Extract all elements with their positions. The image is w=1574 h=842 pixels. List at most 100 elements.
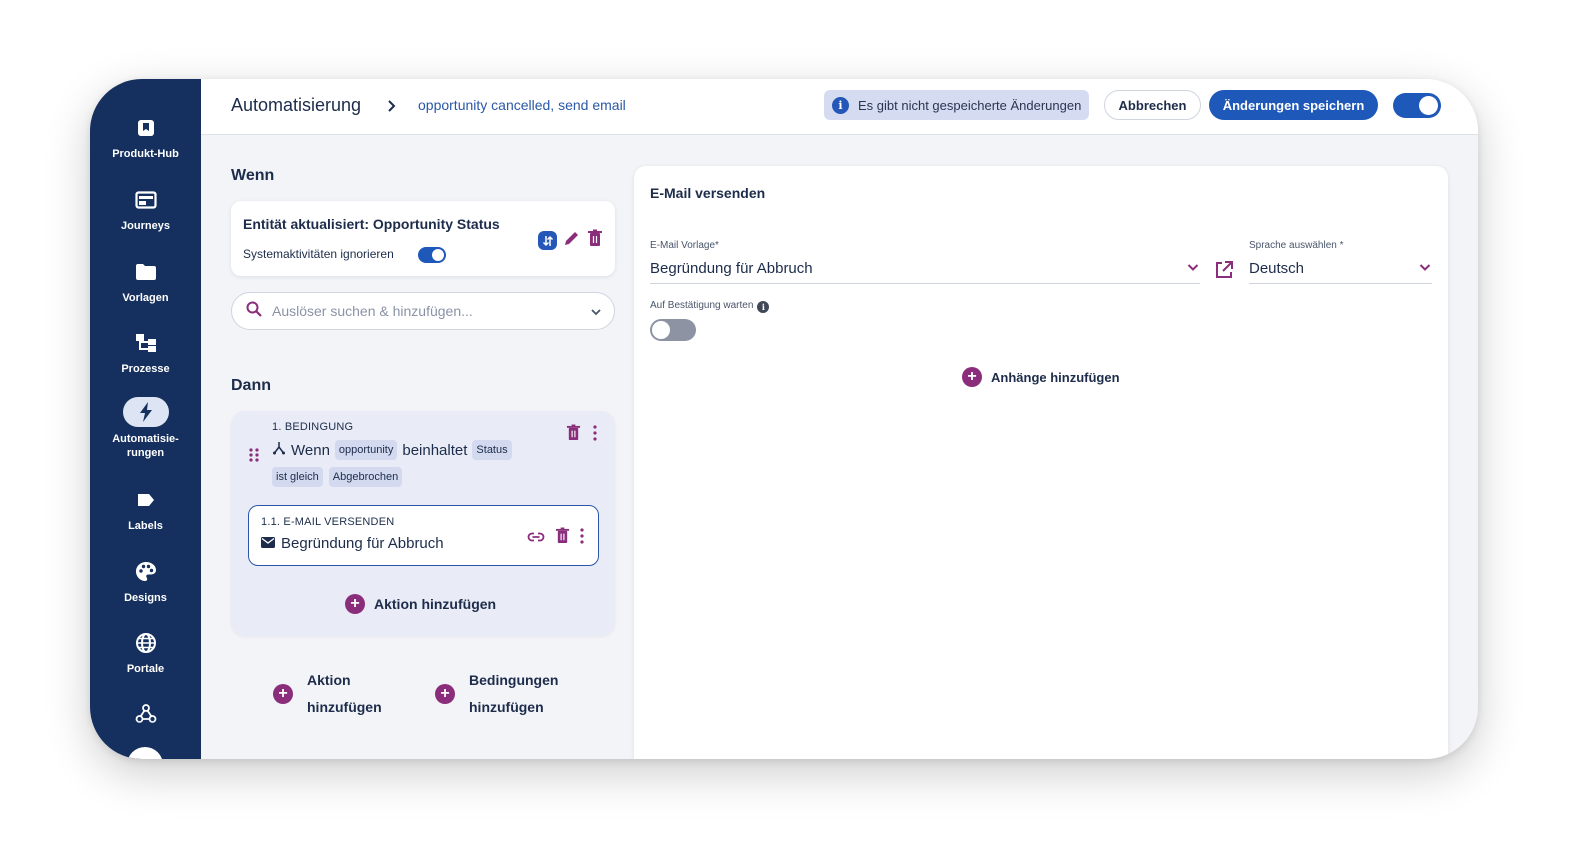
- template-select-value: Begründung für Abbruch: [650, 260, 813, 277]
- cancel-button[interactable]: Abbrechen: [1104, 90, 1201, 120]
- plus-circle-icon: +: [435, 684, 455, 704]
- sidebar-item-designs[interactable]: Designs: [90, 559, 201, 605]
- chevron-right-icon: [385, 96, 399, 116]
- email-action-card[interactable]: 1.1. E-MAIL VERSENDEN Begründung für Abb…: [248, 505, 599, 566]
- breadcrumb-root[interactable]: Automatisierung: [231, 95, 361, 116]
- automation-active-toggle[interactable]: [1393, 93, 1441, 118]
- trigger-title: Entität aktualisiert: Opportunity Status: [243, 216, 500, 232]
- language-select[interactable]: Deutsch: [1249, 254, 1432, 284]
- chevron-down-icon: [1186, 260, 1200, 278]
- sidebar-item-vorlagen[interactable]: Vorlagen: [90, 259, 201, 305]
- entity-chip: opportunity: [334, 440, 398, 460]
- action-label: 1.1. E-MAIL VERSENDEN: [261, 516, 395, 528]
- chevron-down-icon: [590, 305, 602, 323]
- info-icon: i: [832, 96, 849, 114]
- condition-expression[interactable]: Wenn opportunity beinhaltet Status: [272, 440, 512, 460]
- condition-block: 1. BEDINGUNG Wenn opportunity beinhaltet…: [231, 411, 615, 636]
- sidebar-item-label: Labels: [128, 520, 163, 532]
- value-chip: Abgebrochen: [328, 467, 403, 487]
- add-attachments-button[interactable]: + Anhänge hinzufügen: [962, 367, 1120, 387]
- await-confirmation-text: Auf Bestätigung warten: [650, 300, 754, 311]
- delete-trash-icon[interactable]: [587, 229, 603, 252]
- sidebar-item-label: Produkt-Hub: [112, 148, 179, 160]
- label-icon: [133, 487, 159, 513]
- plus-circle-icon: +: [273, 684, 293, 704]
- add-attachments-label: Anhänge hinzufügen: [991, 369, 1120, 385]
- condition-expression-line2: ist gleich Abgebrochen: [272, 467, 403, 487]
- add-action-line1: Aktion: [307, 672, 351, 688]
- action-summary: Begründung für Abbruch: [261, 535, 444, 552]
- operator-chip: ist gleich: [272, 467, 323, 487]
- sidebar-item-labels[interactable]: Labels: [90, 487, 201, 533]
- add-conditions-button[interactable]: + Bedingungen hinzufügen: [435, 667, 558, 721]
- unsaved-changes-notice: i Es gibt nicht gespeicherte Änderungen: [824, 90, 1090, 120]
- dann-heading: Dann: [231, 377, 271, 394]
- sync-icon[interactable]: [538, 231, 557, 250]
- top-bar: Automatisierung opportunity cancelled, s…: [201, 79, 1478, 135]
- app-window: Produkt-Hub Journeys Vorlagen Prozesse A…: [90, 79, 1478, 759]
- await-confirmation-toggle[interactable]: [650, 319, 696, 341]
- condition-if-word: Wenn: [291, 441, 330, 459]
- sidebar-item-label: Designs: [124, 592, 167, 604]
- bookmark-icon: [133, 115, 159, 141]
- sidebar-item-produkt-hub[interactable]: Produkt-Hub: [90, 115, 201, 161]
- add-action-text: Aktion hinzufügen: [307, 667, 382, 721]
- template-field-label: E-Mail Vorlage*: [650, 240, 719, 251]
- add-conditions-line1: Bedingungen: [469, 672, 559, 688]
- globe-icon: [133, 630, 159, 656]
- ignore-system-label: Systemaktivitäten ignorieren: [243, 247, 394, 261]
- add-conditions-line2: hinzufügen: [469, 699, 544, 715]
- sidebar-item-prozesse[interactable]: Prozesse: [90, 330, 201, 376]
- lightning-icon: [122, 397, 169, 427]
- toggle-knob: [1419, 96, 1438, 115]
- search-placeholder: Auslöser suchen & hinzufügen...: [272, 303, 473, 319]
- drag-handle-icon[interactable]: [249, 448, 259, 462]
- journeys-icon: [133, 187, 159, 213]
- plus-circle-icon: +: [345, 594, 365, 614]
- add-action-in-condition-button[interactable]: + Aktion hinzufügen: [345, 594, 496, 614]
- envelope-icon: [261, 535, 275, 552]
- ignore-system-toggle[interactable]: [418, 247, 446, 263]
- edit-pencil-icon[interactable]: [563, 229, 581, 252]
- toggle-knob: [432, 249, 444, 261]
- more-vertical-icon[interactable]: [593, 424, 597, 446]
- add-action-line2: hinzufügen: [307, 699, 382, 715]
- sidebar: Produkt-Hub Journeys Vorlagen Prozesse A…: [90, 79, 201, 759]
- trigger-search-input[interactable]: Auslöser suchen & hinzufügen...: [231, 292, 615, 330]
- sidebar-item-label: Portale: [126, 663, 165, 675]
- folder-icon: [133, 259, 159, 285]
- delete-trash-icon[interactable]: [555, 527, 570, 549]
- chevron-down-icon: [1418, 260, 1432, 278]
- sidebar-item-automatisierungen[interactable]: Automatisie-rungen: [90, 397, 201, 460]
- email-settings-panel: E-Mail versenden E-Mail Vorlage* Begründ…: [634, 166, 1448, 759]
- search-icon: [246, 301, 262, 322]
- language-select-value: Deutsch: [1249, 260, 1305, 277]
- add-action-button[interactable]: + Aktion hinzufügen: [273, 667, 382, 721]
- trigger-actions: [538, 229, 603, 252]
- add-conditions-text: Bedingungen hinzufügen: [469, 667, 558, 721]
- process-icon: [133, 330, 159, 356]
- sidebar-item-portale[interactable]: Portale: [90, 630, 201, 676]
- template-select[interactable]: Begründung für Abbruch: [650, 254, 1200, 284]
- toggle-knob: [652, 321, 670, 339]
- branch-icon: [272, 441, 286, 459]
- sidebar-item-label: Prozesse: [121, 363, 170, 375]
- wenn-heading: Wenn: [231, 167, 275, 184]
- open-external-icon[interactable]: [1214, 260, 1234, 285]
- more-vertical-icon[interactable]: [580, 527, 584, 549]
- delete-trash-icon[interactable]: [566, 424, 581, 446]
- save-changes-button[interactable]: Änderungen speichern: [1209, 90, 1378, 120]
- breadcrumb-current: opportunity cancelled, send email: [418, 97, 626, 113]
- add-action-label: Aktion hinzufügen: [374, 596, 497, 612]
- link-icon[interactable]: [527, 529, 545, 547]
- action-template-name: Begründung für Abbruch: [281, 535, 444, 552]
- info-icon[interactable]: i: [757, 301, 770, 313]
- action-card-actions: [527, 527, 584, 549]
- condition-label: 1. BEDINGUNG: [272, 421, 354, 433]
- palette-icon: [133, 559, 159, 585]
- unsaved-changes-text: Es gibt nicht gespeicherte Änderungen: [858, 97, 1082, 113]
- field-chip: Status: [472, 440, 512, 460]
- await-confirmation-label: Auf Bestätigung warten i: [650, 300, 770, 313]
- condition-actions: [566, 424, 597, 446]
- sidebar-item-journeys[interactable]: Journeys: [90, 187, 201, 233]
